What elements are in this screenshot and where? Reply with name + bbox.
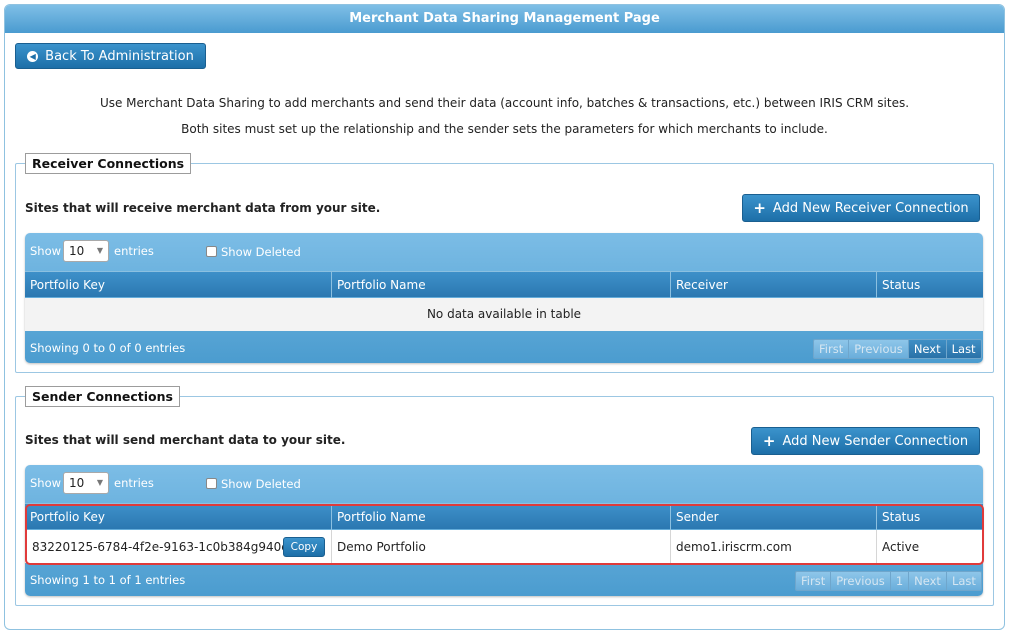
add-receiver-label: Add New Receiver Connection bbox=[772, 200, 969, 216]
status-cell: Active bbox=[876, 530, 983, 563]
entries-label: entries bbox=[114, 476, 154, 490]
sender-connections-legend: Sender Connections bbox=[25, 386, 180, 407]
column-header-sender[interactable]: Sender bbox=[670, 504, 876, 530]
column-header-status[interactable]: Status bbox=[876, 504, 983, 530]
column-header-portfolio-key[interactable]: Portfolio Key bbox=[25, 504, 331, 530]
pager-page-1[interactable]: 1 bbox=[889, 572, 909, 590]
column-header-receiver[interactable]: Receiver bbox=[670, 272, 876, 298]
pager-last[interactable]: Last bbox=[945, 572, 981, 590]
description-line-2: Both sites must set up the relationship … bbox=[181, 122, 828, 136]
portfolio-name-cell: Demo Portfolio bbox=[331, 530, 670, 563]
column-header-portfolio-key[interactable]: Portfolio Key bbox=[25, 272, 331, 298]
pager-first[interactable]: First bbox=[814, 340, 849, 358]
entries-value: 10 bbox=[69, 476, 85, 490]
entries-select[interactable]: 10 ▼ bbox=[63, 472, 109, 494]
sender-cell: demo1.iriscrm.com bbox=[670, 530, 876, 563]
column-header-status[interactable]: Status bbox=[876, 272, 983, 298]
sender-table-header: Portfolio Key Portfolio Name Sender Stat… bbox=[25, 503, 983, 530]
pager-next[interactable]: Next bbox=[907, 340, 946, 358]
show-deleted-checkbox[interactable] bbox=[206, 478, 217, 489]
pager-last[interactable]: Last bbox=[945, 340, 981, 358]
copy-button[interactable]: Copy bbox=[283, 537, 325, 557]
show-deleted-label[interactable]: Show Deleted bbox=[221, 477, 301, 491]
back-arrow-icon: ◀ bbox=[27, 50, 39, 62]
receiver-table: Show 10 ▼ entries Show Deleted Portfolio… bbox=[25, 233, 983, 363]
sender-table: Show 10 ▼ entries Show Deleted Portfolio… bbox=[25, 465, 983, 596]
add-receiver-connection-button[interactable]: + Add New Receiver Connection bbox=[742, 194, 980, 222]
sender-subtext: Sites that will send merchant data to yo… bbox=[25, 433, 346, 447]
plus-icon: + bbox=[762, 431, 776, 450]
pager-first[interactable]: First bbox=[796, 572, 831, 590]
entries-select[interactable]: 10 ▼ bbox=[63, 240, 109, 262]
show-label: Show bbox=[30, 476, 62, 490]
sender-pagination: First Previous 1 Next Last bbox=[795, 571, 982, 591]
column-header-portfolio-name[interactable]: Portfolio Name bbox=[331, 272, 670, 298]
description-line-1: Use Merchant Data Sharing to add merchan… bbox=[99, 96, 910, 110]
receiver-pagination: First Previous Next Last bbox=[813, 339, 982, 359]
empty-table-message: No data available in table bbox=[25, 298, 983, 331]
pager-next[interactable]: Next bbox=[908, 572, 946, 590]
receiver-connections-legend: Receiver Connections bbox=[25, 153, 192, 174]
receiver-table-header: Portfolio Key Portfolio Name Receiver St… bbox=[25, 271, 983, 298]
portfolio-key-value: 83220125-6784-4f2e-9163-1c0b384g940c bbox=[32, 539, 288, 554]
entries-value: 10 bbox=[69, 244, 85, 258]
add-sender-connection-button[interactable]: + Add New Sender Connection bbox=[751, 427, 980, 455]
plus-icon: + bbox=[753, 198, 766, 217]
page-title: Merchant Data Sharing Management Page bbox=[5, 5, 1004, 33]
add-sender-label: Add New Sender Connection bbox=[782, 433, 969, 449]
pager-previous[interactable]: Previous bbox=[830, 572, 890, 590]
show-deleted-checkbox[interactable] bbox=[206, 246, 217, 257]
receiver-table-toolbar: Show 10 ▼ entries Show Deleted bbox=[25, 233, 983, 271]
receiver-table-info: Showing 0 to 0 of 0 entries bbox=[30, 341, 186, 355]
table-row: 83220125-6784-4f2e-9163-1c0b384g940c Cop… bbox=[25, 530, 983, 563]
sender-table-toolbar: Show 10 ▼ entries Show Deleted bbox=[25, 465, 983, 503]
show-deleted-label[interactable]: Show Deleted bbox=[221, 245, 301, 259]
back-to-administration-button[interactable]: ◀ Back To Administration bbox=[15, 43, 206, 69]
show-label: Show bbox=[30, 244, 62, 258]
receiver-subtext: Sites that will receive merchant data fr… bbox=[25, 201, 381, 215]
column-header-portfolio-name[interactable]: Portfolio Name bbox=[331, 504, 670, 530]
back-button-label: Back To Administration bbox=[45, 48, 194, 64]
chevron-down-icon: ▼ bbox=[96, 478, 103, 487]
sender-table-info: Showing 1 to 1 of 1 entries bbox=[30, 573, 186, 587]
portfolio-key-cell: 83220125-6784-4f2e-9163-1c0b384g940c Cop… bbox=[25, 530, 331, 563]
chevron-down-icon: ▼ bbox=[96, 246, 103, 255]
pager-previous[interactable]: Previous bbox=[848, 340, 908, 358]
entries-label: entries bbox=[114, 244, 154, 258]
